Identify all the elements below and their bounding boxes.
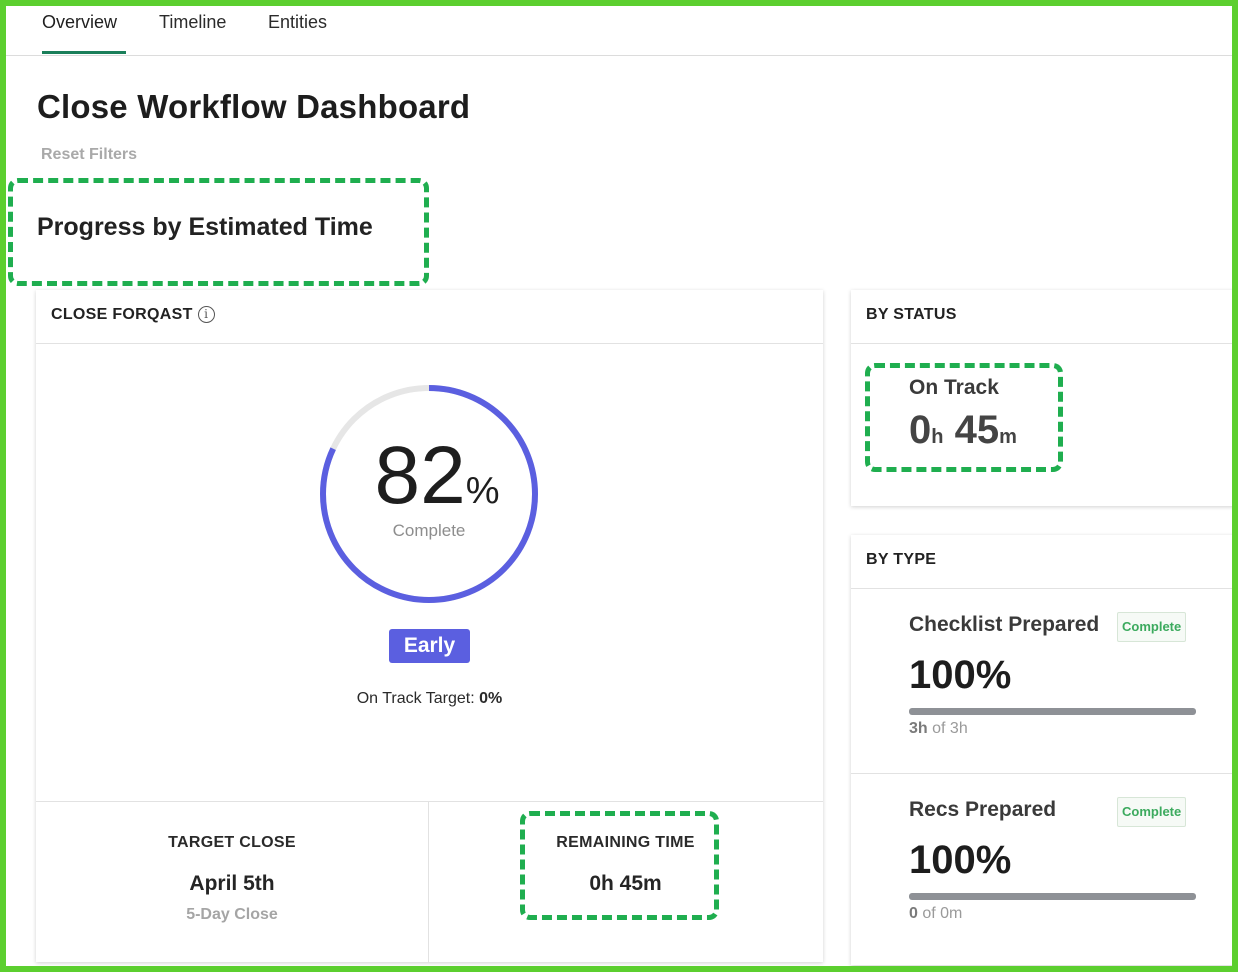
- status-time: 0h 45m: [909, 408, 1017, 453]
- type-percent: 100%: [909, 653, 1012, 697]
- status-minutes-unit: m: [999, 426, 1017, 448]
- type-percent: 100%: [909, 838, 1012, 882]
- target-close-value: April 5th: [189, 872, 275, 895]
- tab-entities[interactable]: Entities: [268, 10, 327, 54]
- close-forecast-header: CLOSE FORQAST i: [36, 290, 823, 344]
- info-icon[interactable]: i: [197, 306, 215, 323]
- type-progress-fill: [909, 893, 1196, 900]
- type-hours-of: of: [922, 905, 936, 922]
- on-track-target-label: On Track Target:: [356, 690, 475, 707]
- type-progress-bar: [909, 893, 1196, 900]
- by-status-card: BY STATUS On Track 0h 45m: [851, 290, 1238, 506]
- type-hours: 0 of 0m: [909, 905, 962, 923]
- type-complete-badge: Complete: [1117, 612, 1187, 642]
- type-item: Checklist Prepared Complete 100% 3h of 3…: [851, 589, 1238, 774]
- type-progress-fill: [909, 708, 1196, 715]
- type-progress-bar: [909, 708, 1196, 715]
- remaining-time-label: REMAINING TIME: [556, 834, 695, 851]
- on-track-target-value: 0%: [479, 690, 503, 707]
- type-hours-total: 3h: [949, 720, 968, 737]
- by-type-title: BY TYPE: [851, 535, 1238, 589]
- target-close-sub: 5-Day Close: [186, 906, 278, 923]
- type-hours-done: 0: [909, 905, 918, 922]
- type-hours-of: of: [932, 720, 946, 737]
- by-status-title: BY STATUS: [851, 290, 1238, 344]
- status-hours-unit: h: [931, 426, 944, 448]
- forecast-stats-row: TARGET CLOSE April 5th 5-Day Close REMAI…: [36, 801, 823, 963]
- type-name: Recs Prepared: [909, 798, 1057, 821]
- type-hours-done: 3h: [909, 720, 928, 737]
- status-hours: 0: [909, 408, 932, 452]
- status-badge: Early: [389, 629, 470, 663]
- remaining-time-value: 0h 45m: [589, 872, 662, 895]
- percent-number: 82: [374, 430, 466, 521]
- on-track-target: On Track Target: 0%: [36, 690, 823, 708]
- percent-complete: 82%: [318, 435, 540, 532]
- status-minutes: 45: [954, 408, 1000, 452]
- target-close-label: TARGET CLOSE: [168, 834, 296, 851]
- complete-label: Complete: [392, 521, 466, 540]
- close-forecast-card: CLOSE FORQAST i 82% Complete Early On Tra…: [36, 290, 823, 963]
- remaining-time-cell: REMAINING TIME 0h 45m: [429, 802, 822, 963]
- type-hours: 3h of 3h: [909, 720, 968, 738]
- status-label: On Track: [909, 376, 999, 399]
- tab-overview[interactable]: Overview: [42, 10, 126, 54]
- type-complete-badge: Complete: [1117, 797, 1187, 827]
- close-forecast-title: CLOSE FORQAST: [51, 306, 193, 323]
- by-type-card: BY TYPE Checklist Prepared Complete 100%…: [851, 535, 1238, 965]
- type-name: Checklist Prepared: [909, 613, 1100, 636]
- tab-bar: Overview Timeline Entities: [6, 6, 1232, 56]
- section-title: Progress by Estimated Time: [37, 213, 373, 241]
- tab-timeline[interactable]: Timeline: [159, 10, 226, 54]
- page-title: Close Workflow Dashboard: [37, 88, 471, 125]
- type-item: Recs Prepared Complete 100% 0 of 0m: [851, 774, 1238, 959]
- reset-filters-link[interactable]: Reset Filters: [41, 146, 137, 164]
- percent-sign: %: [465, 470, 500, 512]
- type-hours-total: 0m: [940, 905, 963, 922]
- target-close-cell: TARGET CLOSE April 5th 5-Day Close: [36, 802, 429, 963]
- progress-ring: 82% Complete: [318, 383, 540, 605]
